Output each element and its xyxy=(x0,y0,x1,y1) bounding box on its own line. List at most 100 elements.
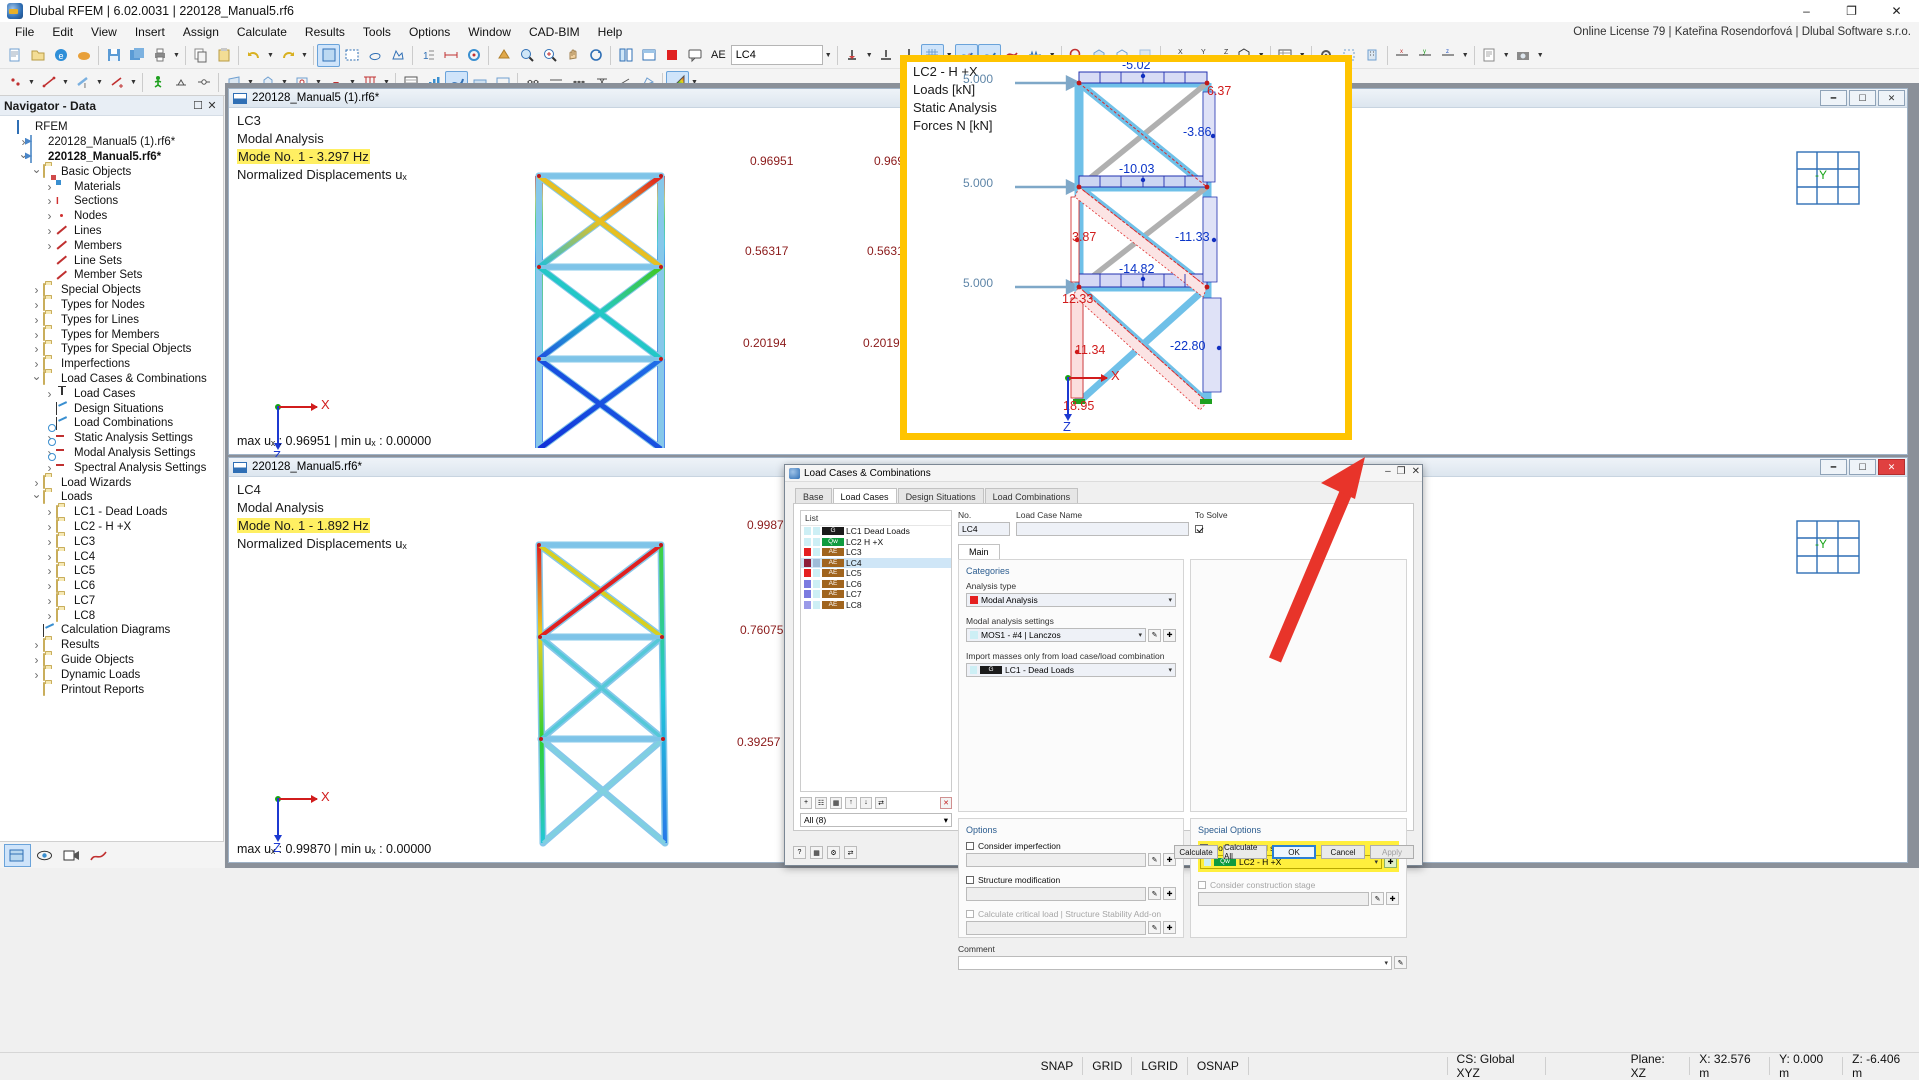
status-grid[interactable]: GRID xyxy=(1083,1053,1131,1079)
hinge-icon[interactable] xyxy=(192,71,215,94)
menu-insert[interactable]: Insert xyxy=(126,23,174,41)
nav-item[interactable]: Design Situations xyxy=(0,401,223,416)
node-dropdown-icon[interactable]: ▼ xyxy=(26,71,37,94)
load-case-dropdown-icon[interactable]: ▼ xyxy=(823,44,834,67)
load-case-row[interactable]: AE LC6 xyxy=(801,579,951,590)
nav-item[interactable]: LC7 xyxy=(0,593,223,609)
chevron-right-icon[interactable] xyxy=(43,224,56,238)
navigator-tree[interactable]: RFEM 220128_Manual5 (1).rf6*220128_Manual… xyxy=(0,116,223,851)
chevron-right-icon[interactable] xyxy=(43,579,56,593)
menu-assign[interactable]: Assign xyxy=(174,23,228,41)
printout-report-icon[interactable] xyxy=(1478,44,1501,67)
minimize-button[interactable]: – xyxy=(1784,0,1829,22)
units-icon[interactable]: ⇄ xyxy=(844,846,857,859)
chevron-down-icon[interactable]: ▾ xyxy=(1384,959,1388,967)
undo-icon[interactable] xyxy=(242,44,265,67)
table-view-icon[interactable]: ▦ xyxy=(810,846,823,859)
structure-modification-browse-button[interactable]: ✎ xyxy=(1148,887,1161,900)
redo-icon[interactable] xyxy=(276,44,299,67)
comment-edit-button[interactable]: ✎ xyxy=(1394,956,1407,969)
nav-item[interactable]: Types for Lines xyxy=(0,312,223,327)
dimension-z-icon[interactable]: z xyxy=(1437,44,1460,67)
cloud-icon[interactable] xyxy=(72,44,95,67)
nav-item[interactable]: LC8 xyxy=(0,608,223,623)
support-icon[interactable] xyxy=(841,44,864,67)
member-set-dropdown-icon[interactable]: ▼ xyxy=(128,71,139,94)
import-masses-combo[interactable]: G LC1 - Dead Loads ▾ xyxy=(966,663,1176,677)
to-solve-checkbox[interactable] xyxy=(1195,522,1407,536)
lc3-minimize-button[interactable]: ━ xyxy=(1820,90,1847,106)
chevron-down-icon[interactable] xyxy=(30,372,43,386)
restore-icon[interactable]: ☐ xyxy=(191,99,205,112)
stop-icon[interactable] xyxy=(660,44,683,67)
redo-dropdown-icon[interactable]: ▼ xyxy=(299,44,310,67)
chevron-right-icon[interactable] xyxy=(43,180,56,194)
menu-calculate[interactable]: Calculate xyxy=(228,23,296,41)
nav-item[interactable]: Dynamic Loads xyxy=(0,667,223,682)
consider-imperfection-checkbox[interactable]: Consider imperfection xyxy=(966,841,1176,851)
select-icon[interactable] xyxy=(317,43,340,67)
help-icon[interactable]: ? xyxy=(793,846,806,859)
save-all-icon[interactable] xyxy=(125,44,148,67)
nav-item[interactable]: Modal Analysis Settings xyxy=(0,446,223,461)
chevron-right-icon[interactable] xyxy=(43,609,56,623)
menu-results[interactable]: Results xyxy=(296,23,354,41)
save-icon[interactable] xyxy=(102,44,125,67)
form-tab-main[interactable]: Main xyxy=(958,544,1000,559)
calculate-all-button[interactable]: Calculate All xyxy=(1223,843,1267,861)
load-case-row[interactable]: AE LC3 xyxy=(801,547,951,558)
chevron-right-icon[interactable] xyxy=(43,535,56,549)
print-icon[interactable] xyxy=(148,44,171,67)
chevron-down-icon[interactable] xyxy=(30,165,43,179)
nav-item[interactable]: Line Sets xyxy=(0,253,223,268)
chevron-down-icon[interactable]: ▾ xyxy=(1374,858,1378,866)
nav-item[interactable]: Static Analysis Settings xyxy=(0,431,223,446)
chevron-right-icon[interactable] xyxy=(30,283,43,297)
structure-modification-checkbox[interactable]: Structure modification xyxy=(966,875,1176,885)
menu-file[interactable]: File xyxy=(6,23,43,41)
lc3-view-cube[interactable]: -Y xyxy=(1795,150,1867,212)
nav-item[interactable]: LC5 xyxy=(0,563,223,579)
move-up-icon[interactable]: ↑ xyxy=(845,796,857,809)
load-case-rows[interactable]: G LC1 Dead Loads Qw LC2 H +X AE LC3 AE LC4 AE LC5 AE… xyxy=(801,526,951,610)
nav-item[interactable]: Load Combinations xyxy=(0,416,223,431)
sort-icon[interactable]: ⇄ xyxy=(875,796,887,809)
zoom-window-icon[interactable] xyxy=(515,44,538,67)
building-icon[interactable] xyxy=(1361,44,1384,67)
lc4-view-cube[interactable]: -Y xyxy=(1795,519,1867,581)
chevron-right-icon[interactable] xyxy=(43,520,56,534)
load-case-row[interactable]: Qw LC2 H +X xyxy=(801,537,951,548)
calculate-button[interactable]: Calculate xyxy=(1174,845,1218,859)
load-case-no-field[interactable]: LC4 xyxy=(958,522,1010,536)
screenshot-dropdown-icon[interactable]: ▼ xyxy=(1535,44,1546,67)
chevron-right-icon[interactable] xyxy=(30,313,43,327)
load-case-filter-combo[interactable]: All (8) ▾ xyxy=(800,813,952,827)
copy-icon[interactable] xyxy=(189,44,212,67)
chevron-down-icon[interactable]: ▾ xyxy=(1168,596,1172,604)
new-icon[interactable] xyxy=(3,44,26,67)
chevron-down-icon[interactable]: ▾ xyxy=(944,815,948,826)
nav-item[interactable]: Special Objects xyxy=(0,282,223,298)
chevron-down-icon[interactable]: ▾ xyxy=(1168,666,1172,674)
browser-icon[interactable]: e xyxy=(49,44,72,67)
support-symbol-icon[interactable] xyxy=(169,71,192,94)
lc3-close-button[interactable]: ✕ xyxy=(1878,90,1905,106)
nodal-support-icon[interactable] xyxy=(875,44,898,67)
chevron-right-icon[interactable] xyxy=(43,550,56,564)
paste-load-case-icon[interactable]: ▦ xyxy=(830,796,842,809)
render-shaded-icon[interactable] xyxy=(492,44,515,67)
delete-load-case-icon[interactable]: ✕ xyxy=(940,796,952,809)
chevron-right-icon[interactable] xyxy=(43,239,56,253)
ok-button[interactable]: OK xyxy=(1272,845,1316,859)
tile-windows-icon[interactable] xyxy=(614,44,637,67)
dialog-close-button[interactable]: ✕ xyxy=(1412,466,1420,477)
move-down-icon[interactable]: ↓ xyxy=(860,796,872,809)
load-case-row[interactable]: AE LC4 xyxy=(801,557,951,568)
nav-tab-data-icon[interactable] xyxy=(4,843,31,867)
nav-tab-results-icon[interactable] xyxy=(85,844,112,867)
load-case-selector[interactable]: LC4 xyxy=(730,45,823,65)
chevron-right-icon[interactable] xyxy=(30,668,43,682)
open-icon[interactable] xyxy=(26,44,49,67)
nav-item[interactable]: Nodes xyxy=(0,209,223,224)
settings-icon[interactable]: ⚙ xyxy=(827,846,840,859)
